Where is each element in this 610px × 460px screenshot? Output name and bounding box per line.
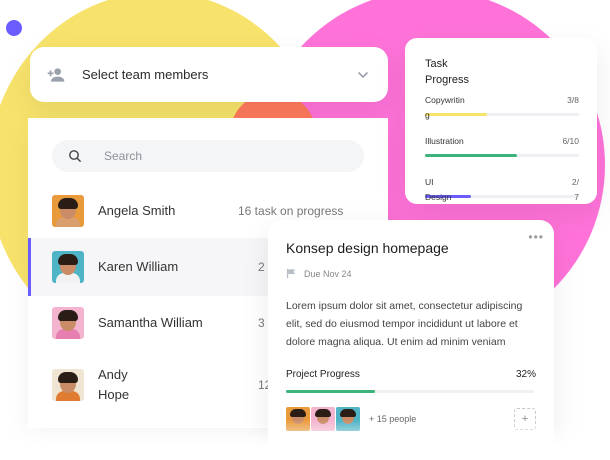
task-title: Konsep design homepage bbox=[286, 240, 449, 256]
task-progress-value: 6/10 bbox=[562, 136, 579, 146]
task-progress-value: 3/8 bbox=[567, 95, 579, 105]
add-person-icon bbox=[47, 67, 65, 82]
task-progress-value: 2/ bbox=[571, 177, 579, 187]
avatar bbox=[52, 307, 84, 339]
task-description: Lorem ipsum dolor sit amet, consectetur … bbox=[286, 300, 523, 348]
member-name: Angela Smith bbox=[98, 203, 176, 218]
search-icon bbox=[69, 150, 81, 162]
due-date: Due Nov 24 bbox=[286, 268, 536, 279]
task-progress-row: UI 2/Design 7 bbox=[425, 177, 579, 211]
task-progress-card: Task Progress Copywritin 3/8 g Illustration… bbox=[405, 38, 597, 204]
add-person-button[interactable]: + bbox=[514, 408, 536, 430]
project-progress-fill bbox=[286, 390, 376, 393]
avatar[interactable] bbox=[336, 407, 360, 431]
avatar bbox=[52, 195, 84, 227]
due-date-text: Due Nov 24 bbox=[304, 268, 352, 279]
project-progress-bar bbox=[286, 390, 534, 393]
select-team-members-label: Select team members bbox=[82, 67, 209, 82]
member-name: Andy Hope bbox=[98, 367, 130, 402]
task-progress-label: UI bbox=[425, 177, 434, 187]
member-name: Karen William bbox=[98, 259, 179, 274]
task-detail-card: ••• Konsep design homepage Due Nov 24 Lo… bbox=[268, 220, 554, 460]
member-name: Samantha William bbox=[98, 315, 203, 330]
flag-icon bbox=[286, 268, 296, 279]
task-progress-label: Copywritin bbox=[425, 95, 465, 105]
assigned-people: + 15 people + bbox=[286, 407, 536, 431]
avatar[interactable] bbox=[311, 407, 335, 431]
search-box[interactable] bbox=[52, 140, 364, 172]
chevron-down-icon[interactable] bbox=[356, 68, 370, 82]
search-input[interactable] bbox=[102, 148, 326, 164]
project-progress-label: Project Progress bbox=[286, 369, 360, 380]
more-horizontal-icon[interactable]: ••• bbox=[528, 230, 544, 244]
task-progress-bar bbox=[425, 113, 579, 116]
decor-purple-dot bbox=[6, 20, 22, 36]
member-task-count: 3 bbox=[258, 316, 265, 330]
task-progress-wrap-value: 7 bbox=[574, 192, 579, 202]
member-task-count: 16 task on progress bbox=[238, 204, 344, 218]
task-progress-bar bbox=[425, 154, 579, 157]
task-progress-wrap-text: g bbox=[425, 110, 430, 120]
task-progress-fill bbox=[425, 113, 487, 116]
task-progress-wrap-text: Design bbox=[425, 192, 452, 202]
people-count: + 15 people bbox=[369, 414, 417, 424]
select-team-members-dropdown[interactable]: Select team members bbox=[30, 47, 388, 102]
avatar bbox=[52, 369, 84, 401]
avatar[interactable] bbox=[286, 407, 310, 431]
project-progress-percent: 32% bbox=[515, 369, 536, 380]
task-progress-label: Illustration bbox=[425, 136, 464, 146]
avatar bbox=[52, 251, 84, 283]
task-progress-fill bbox=[425, 154, 518, 157]
task-progress-title: Task Progress bbox=[425, 58, 470, 86]
project-progress-header: Project Progress 32% bbox=[286, 369, 536, 380]
task-progress-row: Copywritin 3/8 g bbox=[425, 95, 579, 129]
member-task-count: 2 bbox=[258, 260, 265, 274]
task-progress-row: Illustration 6/10 bbox=[425, 136, 579, 170]
